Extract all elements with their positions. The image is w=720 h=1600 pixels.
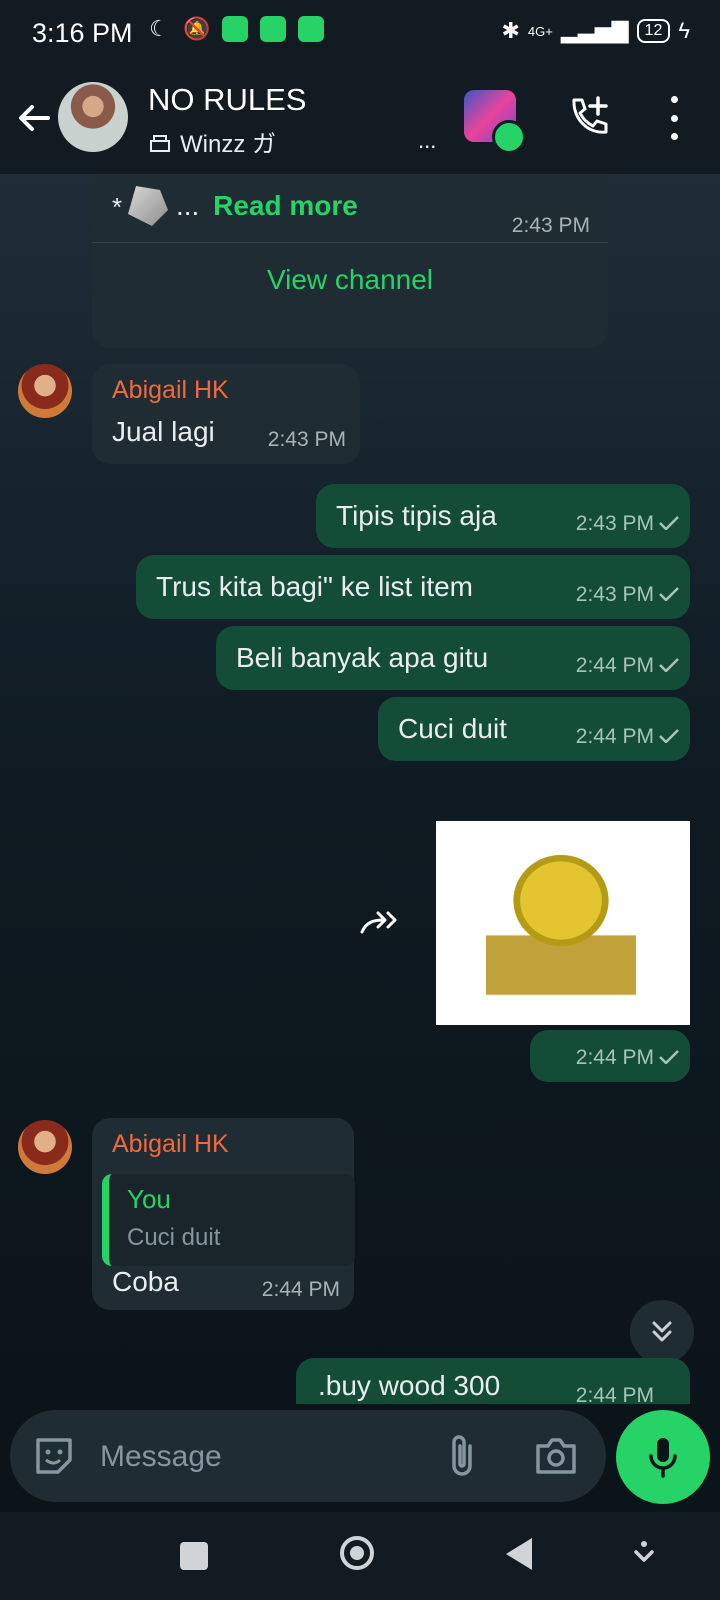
sender-avatar[interactable] bbox=[18, 364, 72, 418]
stone-emoji-icon bbox=[128, 186, 168, 226]
message-time: 2:43 PM bbox=[575, 512, 654, 535]
sticker-button[interactable] bbox=[32, 1434, 76, 1478]
message-text: Tipis tipis aja bbox=[336, 500, 497, 531]
quoted-text: Cuci duit bbox=[127, 1224, 221, 1251]
outgoing-message[interactable]: Cuci duit 2:44 PM bbox=[378, 697, 690, 761]
view-channel-button[interactable]: View channel bbox=[92, 264, 608, 296]
back-button[interactable] bbox=[14, 98, 54, 138]
camera-button[interactable] bbox=[534, 1436, 578, 1476]
message-time: 2:44 PM bbox=[575, 1046, 654, 1069]
whatsapp-notification-icon bbox=[222, 16, 248, 42]
dot bbox=[670, 96, 678, 103]
sender-avatar[interactable] bbox=[18, 1120, 72, 1174]
sent-check-icon bbox=[659, 729, 679, 743]
scroll-to-bottom-button[interactable] bbox=[630, 1300, 694, 1364]
recents-button[interactable] bbox=[180, 1542, 208, 1570]
sent-check-icon bbox=[659, 516, 679, 530]
mic-icon bbox=[649, 1438, 677, 1478]
read-more-link[interactable]: Read more bbox=[213, 190, 358, 221]
ellipsis-text: ... bbox=[176, 190, 200, 221]
system-navigation-bar bbox=[0, 1512, 720, 1600]
channel-message-card[interactable]: * ... Read more 2:43 PM View channel bbox=[92, 174, 608, 348]
sent-check-icon bbox=[659, 1050, 679, 1064]
status-icons-right: ✱ 4G+ ▂▃▅▇ 12 ϟ bbox=[501, 18, 690, 44]
sent-check-icon bbox=[659, 587, 679, 601]
charging-icon: ϟ bbox=[678, 18, 690, 43]
sender-name[interactable]: Abigail HK bbox=[112, 376, 229, 405]
moon-icon: ☾ bbox=[149, 16, 169, 41]
header-ellipsis: ... bbox=[418, 128, 437, 153]
chat-area[interactable]: * ... Read more 2:43 PM View channel Abi… bbox=[0, 174, 720, 1404]
dot bbox=[670, 114, 678, 122]
incoming-reply-message[interactable]: Abigail HK You Cuci duit Coba 2:44 PM bbox=[92, 1118, 355, 1310]
group-subtitle[interactable]: Winzz ガ bbox=[148, 124, 276, 159]
message-text: Beli banyak apa gitu bbox=[236, 642, 489, 673]
chat-header: NO RULES Winzz ガ ... bbox=[0, 70, 720, 174]
status-bar: 3:16 PM ☾ 🔕 ✱ 4G+ ▂▃▅▇ 12 ϟ bbox=[0, 0, 720, 70]
group-title[interactable]: NO RULES bbox=[148, 82, 306, 118]
status-icons-left: ☾ 🔕 bbox=[146, 16, 324, 42]
double-chevron-down-icon bbox=[652, 1321, 672, 1342]
sent-check-icon bbox=[659, 658, 679, 672]
message-text: Cuci duit bbox=[398, 713, 507, 744]
message-time: 2:44 PM bbox=[575, 654, 654, 677]
incoming-message[interactable]: Abigail HK Jual lagi 2:43 PM bbox=[92, 364, 360, 464]
attach-button[interactable] bbox=[444, 1432, 480, 1480]
whatsapp-notification-icon bbox=[260, 16, 286, 42]
quoted-message[interactable]: You Cuci duit bbox=[102, 1174, 355, 1266]
outgoing-message[interactable]: .buy wood 300 2:44 PM bbox=[296, 1358, 690, 1404]
bluetooth-icon: ✱ bbox=[501, 18, 520, 43]
message-time: 2:44 PM bbox=[261, 1278, 340, 1301]
dot bbox=[670, 133, 678, 140]
signal-icon: ▂▃▅▇ bbox=[560, 18, 629, 43]
divider bbox=[92, 242, 608, 243]
sticker-image[interactable] bbox=[436, 821, 690, 1025]
keyboard-hide-icon[interactable] bbox=[632, 1538, 656, 1570]
read-more-row: ... Read more bbox=[176, 190, 358, 222]
asterisk-text: * bbox=[112, 192, 123, 222]
forward-icon[interactable] bbox=[358, 910, 404, 940]
system-back-button[interactable] bbox=[506, 1538, 532, 1570]
message-time: 2:44 PM bbox=[575, 725, 654, 748]
message-input[interactable] bbox=[98, 1432, 422, 1482]
message-time: 2:43 PM bbox=[575, 583, 654, 606]
mute-icon: 🔕 bbox=[183, 16, 211, 41]
community-icon bbox=[150, 134, 170, 152]
status-time: 3:16 PM bbox=[32, 18, 133, 48]
message-text: Coba bbox=[112, 1266, 179, 1297]
message-text: Trus kita bagi" ke list item bbox=[156, 571, 473, 602]
group-avatar[interactable] bbox=[58, 82, 128, 152]
message-composer bbox=[10, 1410, 606, 1502]
outgoing-message[interactable]: Trus kita bagi" ke list item 2:43 PM bbox=[136, 555, 690, 619]
group-subtitle-text: Winzz ガ bbox=[180, 131, 276, 158]
pixel-sprite-image bbox=[486, 841, 636, 1011]
message-time: 2:43 PM bbox=[511, 214, 590, 237]
message-time: 2:43 PM bbox=[267, 428, 346, 451]
outgoing-message[interactable]: Beli banyak apa gitu 2:44 PM bbox=[216, 626, 690, 690]
network-label: 4G+ bbox=[527, 23, 553, 39]
more-options-button[interactable] bbox=[662, 96, 686, 140]
home-button[interactable] bbox=[340, 1536, 374, 1570]
whatsapp-notification-icon bbox=[298, 16, 324, 42]
check-badge-icon bbox=[492, 120, 526, 154]
quoted-sender: You bbox=[127, 1184, 171, 1214]
outgoing-message[interactable]: Tipis tipis aja 2:43 PM bbox=[316, 484, 690, 548]
outgoing-message[interactable]: 2:44 PM bbox=[530, 1030, 690, 1082]
voice-message-button[interactable] bbox=[616, 1410, 710, 1504]
add-call-button[interactable] bbox=[566, 94, 610, 138]
message-text: .buy wood 300 bbox=[318, 1370, 501, 1401]
message-text: Jual lagi bbox=[112, 416, 215, 447]
battery-icon: 12 bbox=[636, 19, 671, 43]
sender-name[interactable]: Abigail HK bbox=[112, 1130, 229, 1159]
message-time: 2:44 PM bbox=[575, 1384, 654, 1404]
